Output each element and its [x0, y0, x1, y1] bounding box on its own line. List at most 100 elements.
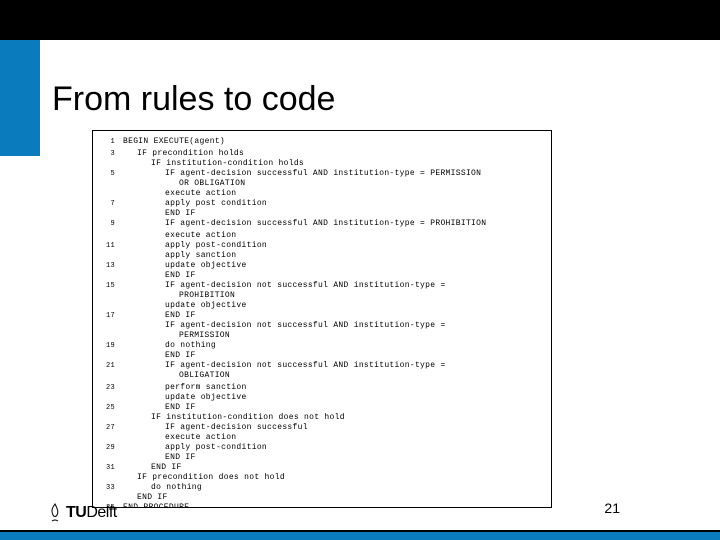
line-number [101, 376, 115, 377]
logo-prefix: TU [66, 504, 86, 521]
code-text: END PROCEDURE [115, 503, 189, 508]
code-line: execute action [101, 189, 545, 198]
code-line: PROHIBITION [101, 291, 545, 300]
code-line: 3IF precondition holds [101, 149, 545, 158]
code-text: IF precondition holds [115, 149, 244, 158]
left-accent-bar [0, 40, 40, 156]
code-text: apply post-condition [115, 241, 267, 250]
code-line: OBLIGATION [101, 371, 545, 380]
line-number [101, 256, 115, 257]
code-line: update objective [101, 301, 545, 310]
code-line: apply sanction [101, 251, 545, 260]
code-text: do nothing [115, 341, 216, 350]
line-number [101, 478, 115, 479]
line-number [101, 214, 115, 215]
code-text: END IF [115, 493, 168, 502]
line-number: 23 [101, 383, 115, 392]
code-text: OBLIGATION [115, 371, 230, 380]
code-line [101, 229, 545, 230]
code-text: IF agent-decision successful AND institu… [115, 169, 481, 178]
line-number [101, 498, 115, 499]
footer-accent-bar [0, 530, 720, 540]
logo-text: TUDelft [66, 504, 117, 522]
code-text: END IF [115, 453, 196, 462]
code-line: 19do nothing [101, 341, 545, 350]
code-line: 15IF agent-decision not successful AND i… [101, 281, 545, 290]
line-number [101, 147, 115, 148]
code-text: END IF [115, 271, 196, 280]
code-text: apply post-condition [115, 443, 267, 452]
code-text: IF agent-decision not successful AND ins… [115, 281, 446, 290]
line-number [101, 381, 115, 382]
code-line: END IF [101, 271, 545, 280]
code-line [101, 381, 545, 382]
line-number: 15 [101, 281, 115, 290]
line-number [101, 296, 115, 297]
tudelft-logo: TUDelft [48, 502, 117, 524]
code-text: PERMISSION [115, 331, 230, 340]
code-text: update objective [115, 261, 247, 270]
code-line: 5IF agent-decision successful AND instit… [101, 169, 545, 178]
line-number [101, 458, 115, 459]
slide-title: From rules to code [52, 80, 335, 119]
code-line: END IF [101, 453, 545, 462]
line-number: 21 [101, 361, 115, 370]
code-text: perform sanction [115, 383, 247, 392]
code-text: OR OBLIGATION [115, 179, 245, 188]
code-line: 1BEGIN EXECUTE(agent) [101, 137, 545, 146]
code-line: 31END IF [101, 463, 545, 472]
code-line: PERMISSION [101, 331, 545, 340]
code-text: update objective [115, 301, 247, 310]
code-line: END IF [101, 493, 545, 502]
code-text: IF agent-decision not successful AND ins… [115, 361, 446, 370]
line-number [101, 356, 115, 357]
line-number [101, 326, 115, 327]
line-number: 9 [101, 219, 115, 228]
code-line: 33do nothing [101, 483, 545, 492]
code-text: apply post condition [115, 199, 267, 208]
code-text: PROHIBITION [115, 291, 235, 300]
code-line: OR OBLIGATION [101, 179, 545, 188]
line-number: 11 [101, 241, 115, 250]
line-number [101, 184, 115, 185]
code-text: END IF [115, 209, 196, 218]
code-line: 7apply post condition [101, 199, 545, 208]
code-line: IF institution-condition does not hold [101, 413, 545, 422]
code-listing: 1BEGIN EXECUTE(agent) 3IF precondition ho… [92, 130, 552, 508]
line-number [101, 418, 115, 419]
logo-suffix: Delft [86, 504, 116, 521]
code-text: do nothing [115, 483, 202, 492]
code-line: execute action [101, 433, 545, 442]
line-number [101, 229, 115, 230]
line-number: 3 [101, 149, 115, 158]
top-border-bar [0, 0, 720, 40]
code-line: 35END PROCEDURE [101, 503, 545, 508]
line-number: 33 [101, 483, 115, 492]
line-number: 17 [101, 311, 115, 320]
code-text: update objective [115, 393, 247, 402]
code-line: 17END IF [101, 311, 545, 320]
code-text: END IF [115, 463, 182, 472]
code-text: execute action [115, 231, 236, 240]
line-number [101, 164, 115, 165]
line-number: 1 [101, 137, 115, 146]
code-line: IF institution-condition holds [101, 159, 545, 168]
code-text: IF agent-decision successful [115, 423, 308, 432]
code-line: 13update objective [101, 261, 545, 270]
code-line: IF precondition does not hold [101, 473, 545, 482]
line-number [101, 336, 115, 337]
code-text: apply sanction [115, 251, 236, 260]
page-number: 21 [604, 500, 620, 516]
code-text: IF agent-decision not successful AND ins… [115, 321, 446, 330]
line-number: 7 [101, 199, 115, 208]
code-line: 25END IF [101, 403, 545, 412]
code-line: 11apply post-condition [101, 241, 545, 250]
code-text: END IF [115, 403, 196, 412]
code-line: 9IF agent-decision successful AND instit… [101, 219, 545, 228]
line-number [101, 194, 115, 195]
code-text: execute action [115, 189, 236, 198]
code-text: END IF [115, 351, 196, 360]
line-number [101, 306, 115, 307]
code-line: execute action [101, 231, 545, 240]
code-text: IF agent-decision successful AND institu… [115, 219, 486, 228]
